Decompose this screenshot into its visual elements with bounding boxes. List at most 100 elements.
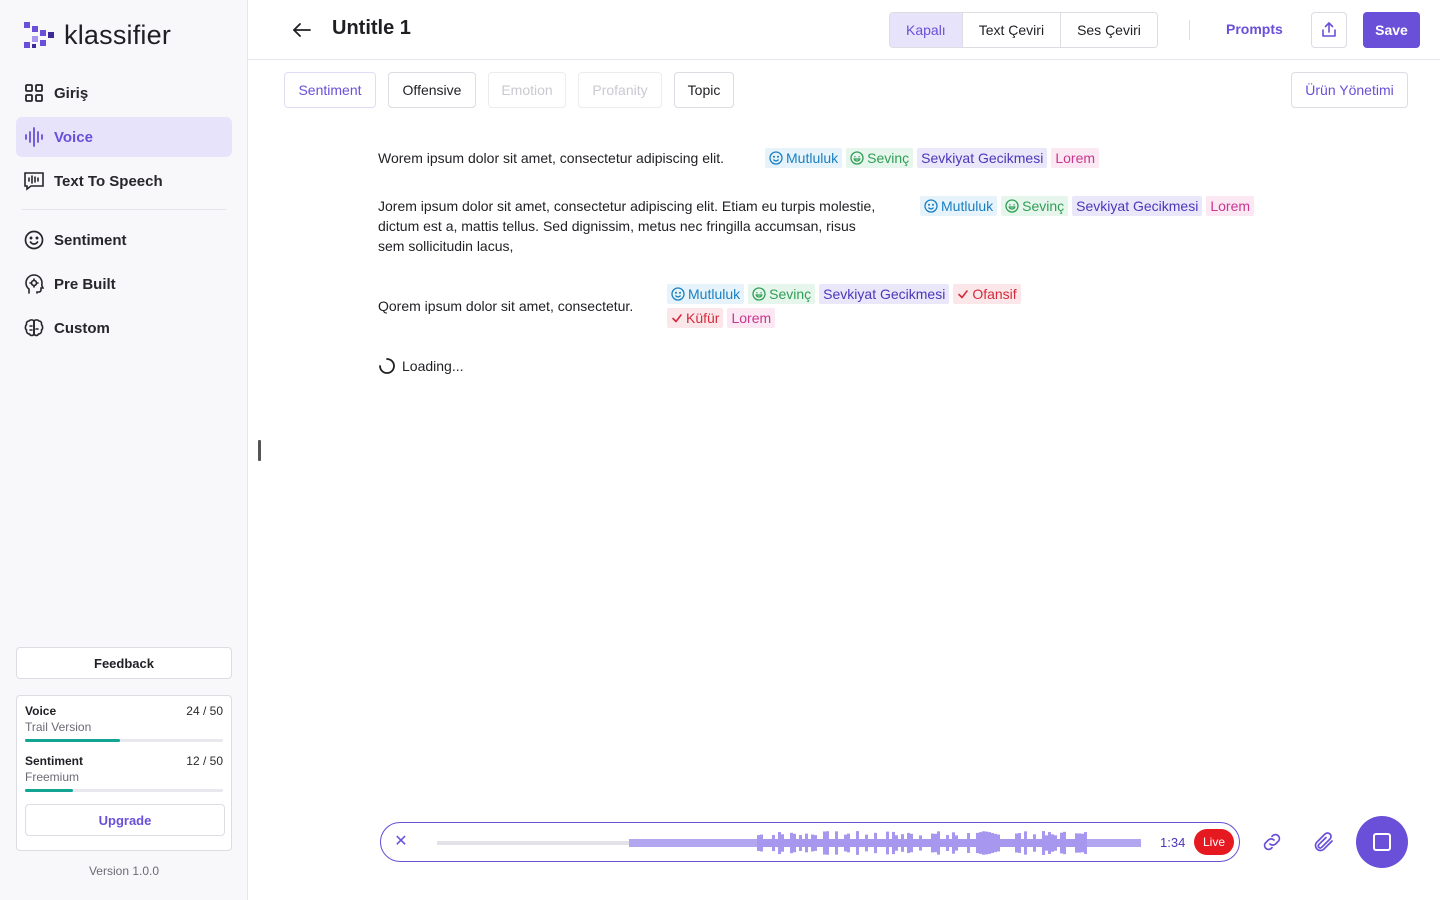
paperclip-icon[interactable]	[1312, 830, 1336, 854]
sidebar-item-label: Voice	[54, 128, 93, 146]
waveform-bar	[802, 839, 805, 847]
tag-lorem[interactable]: Lorem	[727, 308, 776, 328]
waveform-bar	[826, 831, 829, 855]
grid-icon	[24, 83, 44, 103]
tag-mutluluk[interactable]: Mutluluk	[667, 284, 745, 304]
logo[interactable]: klassifier	[24, 20, 171, 51]
waveform-bar	[1072, 839, 1075, 847]
tag-lorem[interactable]: Lorem	[1206, 196, 1255, 216]
share-button[interactable]	[1311, 12, 1347, 48]
waveform-bar	[1048, 832, 1051, 854]
sidebar-item-giris[interactable]: Giriş	[16, 73, 232, 113]
sidebar-item-custom[interactable]: Custom	[16, 308, 232, 348]
feedback-button[interactable]: Feedback	[16, 647, 232, 679]
version-label: Version 1.0.0	[88, 864, 160, 878]
sidebar-item-text-to-speech[interactable]: Text To Speech	[16, 161, 232, 201]
tag-mutluluk[interactable]: Mutluluk	[765, 148, 843, 168]
tag-group: Mutluluk Sevinç Sevkiyat Gecikmesi Lorem	[920, 196, 1400, 216]
waveform[interactable]	[437, 829, 1149, 857]
tag-sevkiyat-gecikmesi[interactable]: Sevkiyat Gecikmesi	[917, 148, 1048, 168]
waveform-bar	[835, 831, 838, 855]
brain-icon	[24, 318, 44, 338]
filter-emotion[interactable]: Emotion	[488, 72, 566, 108]
spinner-icon	[379, 358, 395, 374]
filter-sentiment[interactable]: Sentiment	[284, 72, 376, 108]
waveform-bar	[1003, 839, 1006, 847]
waveform-bar	[1078, 833, 1081, 853]
tag-mutluluk[interactable]: Mutluluk	[920, 196, 998, 216]
sidebar-item-pre-built[interactable]: Pre Built	[16, 264, 232, 304]
tag-label: Mutluluk	[688, 286, 741, 302]
tag-ofansif[interactable]: Ofansif	[953, 284, 1021, 304]
speech-bubble-icon	[24, 171, 44, 191]
waveform-bar	[940, 839, 943, 847]
nav-divider	[22, 209, 226, 210]
tag-sevinc[interactable]: Sevinç	[846, 148, 914, 168]
waveform-bar	[811, 834, 814, 852]
waveform-bar	[808, 839, 811, 847]
waveform-bar	[1075, 833, 1078, 853]
waveform-bar	[1030, 839, 1033, 847]
prompts-link[interactable]: Prompts	[1226, 21, 1283, 37]
mode-ses-ceviri[interactable]: Ses Çeviri	[1061, 13, 1157, 47]
klassifier-logo-icon	[24, 21, 54, 48]
waveform-bar	[943, 839, 946, 847]
waveform-bar	[832, 839, 835, 847]
waveform-bar	[916, 839, 919, 847]
usage-sentiment-row: Sentiment 12 / 50	[25, 754, 223, 768]
waveform-bar	[790, 832, 793, 854]
waveform-bar	[1069, 839, 1072, 847]
waveform-bar	[763, 839, 766, 847]
tag-sevinc[interactable]: Sevinç	[1001, 196, 1069, 216]
save-button[interactable]: Save	[1363, 12, 1420, 48]
tag-label: Mutluluk	[941, 198, 994, 214]
sidebar-item-voice[interactable]: Voice	[16, 117, 232, 157]
waveform-bar	[937, 831, 940, 855]
waveform-bar	[1009, 839, 1012, 847]
smiley-icon	[924, 199, 938, 213]
waveform-bar	[988, 832, 991, 854]
tag-sevkiyat-gecikmesi[interactable]: Sevkiyat Gecikmesi	[1072, 196, 1203, 216]
mode-text-ceviri[interactable]: Text Çeviri	[962, 13, 1062, 47]
waveform-bar	[820, 839, 823, 847]
waveform-bar	[853, 839, 856, 847]
stop-recording-button[interactable]	[1356, 816, 1408, 868]
tag-sevinc[interactable]: Sevinç	[748, 284, 816, 304]
waveform-bar	[883, 839, 886, 847]
waveform-bar	[1042, 831, 1045, 855]
back-arrow-icon[interactable]	[290, 18, 314, 42]
usage-plan: Freemium	[25, 770, 80, 784]
waveform-bar	[970, 839, 973, 847]
sidebar-item-sentiment[interactable]: Sentiment	[16, 220, 232, 260]
filter-profanity[interactable]: Profanity	[578, 72, 662, 108]
audio-player: ✕ 1:34 Live	[380, 822, 1240, 862]
waveform-bar	[784, 839, 787, 847]
live-badge[interactable]: Live	[1194, 829, 1234, 855]
usage-progress-fill	[25, 789, 73, 792]
sidebar-nav: Giriş Voice Text To Speech Sentiment Pre…	[16, 73, 232, 352]
waveform-bar	[958, 839, 961, 847]
product-management-button[interactable]: Ürün Yönetimi	[1291, 72, 1408, 108]
close-icon[interactable]: ✕	[393, 834, 409, 850]
mode-kapali[interactable]: Kapalı	[890, 13, 963, 47]
waveform-bar	[922, 839, 925, 847]
filter-topic[interactable]: Topic	[674, 72, 734, 108]
waveform-bar	[775, 839, 778, 847]
waveform-bar	[874, 832, 877, 854]
link-icon[interactable]	[1260, 830, 1284, 854]
tag-sevkiyat-gecikmesi[interactable]: Sevkiyat Gecikmesi	[819, 284, 950, 304]
waveform-bar	[952, 832, 955, 854]
tag-label: Sevinç	[769, 286, 812, 302]
tag-lorem[interactable]: Lorem	[1051, 148, 1100, 168]
filter-offensive[interactable]: Offensive	[388, 72, 476, 108]
waveform-bar	[781, 834, 784, 852]
waveform-bar	[1012, 839, 1015, 847]
tag-kufur[interactable]: Küfür	[667, 308, 724, 328]
waveform-bar	[994, 833, 997, 853]
page-title[interactable]: Untitle 1	[332, 17, 411, 40]
smiley-icon	[24, 230, 44, 250]
waveform-bar	[760, 834, 763, 852]
upgrade-button[interactable]: Upgrade	[25, 804, 225, 836]
smiley-icon	[671, 287, 685, 301]
transcript-line: Worem ipsum dolor sit amet, consectetur …	[378, 150, 724, 166]
